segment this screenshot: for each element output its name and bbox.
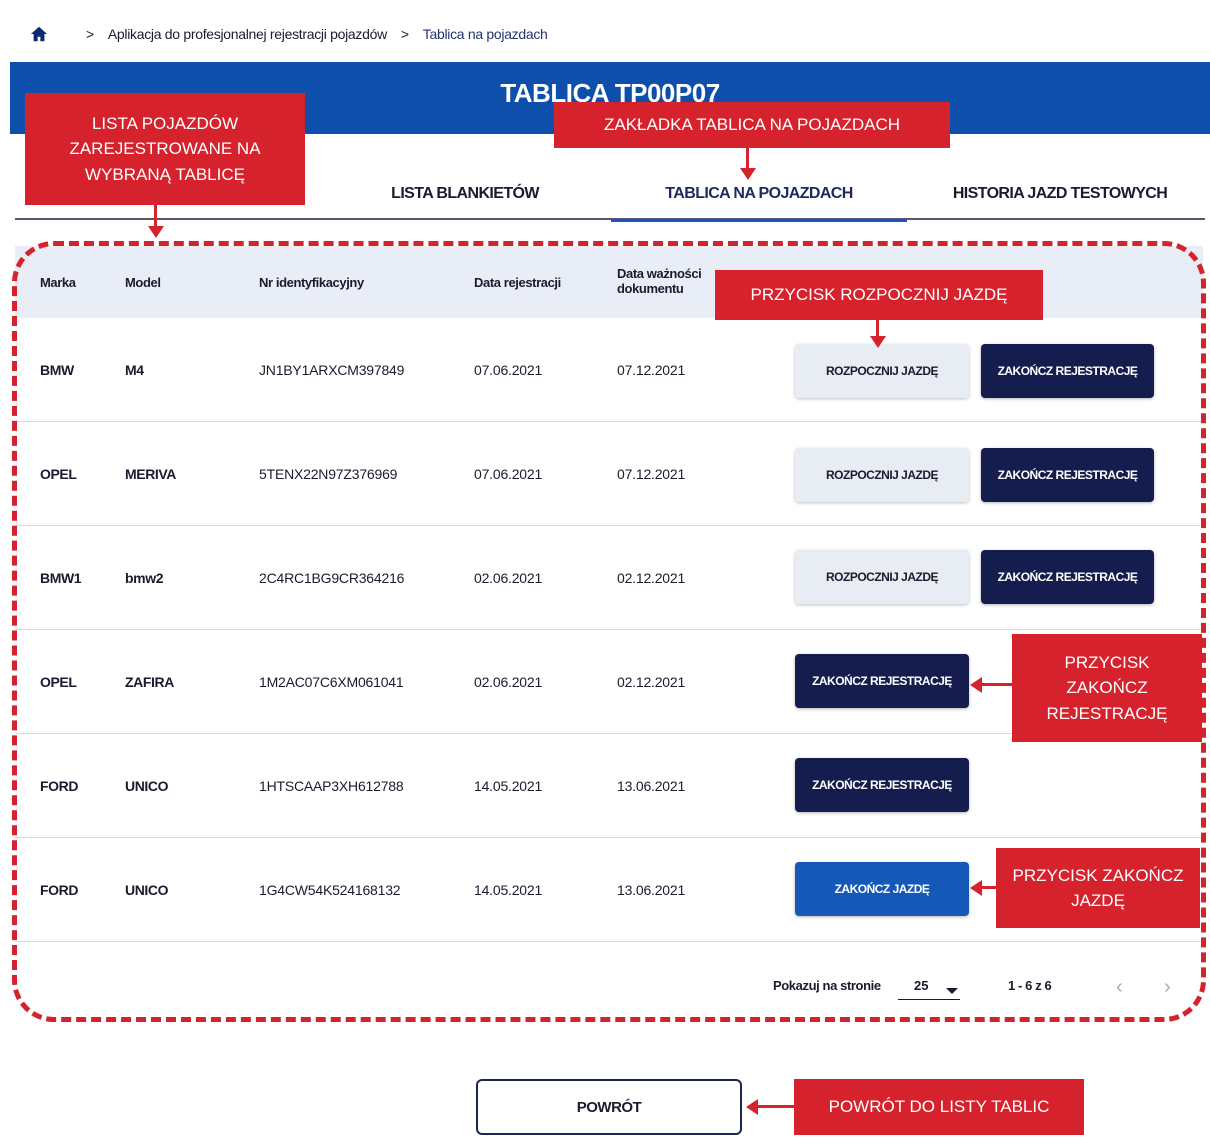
callout-end-ride: PRZYCISK ZAKOŃCZ JAZDĘ: [996, 848, 1200, 928]
per-page-value: 25: [914, 978, 929, 993]
cell-nr-identyfikacyjny: JN1BY1ARXCM397849: [259, 361, 405, 378]
column-header-marka: Marka: [40, 275, 76, 290]
cell-model: MERIVA: [125, 465, 177, 482]
arrow-line: [876, 320, 879, 336]
cell-model: ZAFIRA: [125, 673, 174, 690]
arrow-line: [982, 886, 996, 889]
cell-marka: BMW1: [40, 569, 82, 586]
arrow-head-icon: [746, 1099, 758, 1115]
cell-nr-identyfikacyjny: 1HTSCAAP3XH612788: [259, 777, 404, 794]
cell-nr-identyfikacyjny: 1M2AC07C6XM061041: [259, 673, 404, 690]
chevron-left-icon[interactable]: ‹: [1116, 976, 1123, 999]
callout-tab: ZAKŁADKA TABLICA NA POJAZDACH: [554, 102, 950, 148]
cell-model: UNICO: [125, 777, 169, 794]
cell-model: UNICO: [125, 881, 169, 898]
callout-vehicle-list: LISTA POJAZDÓW ZAREJESTROWANE NA WYBRANĄ…: [25, 93, 305, 205]
cell-data-waznosci: 02.12.2021: [617, 673, 686, 690]
end-registration-button[interactable]: ZAKOŃCZ REJESTRACJĘ: [981, 448, 1154, 502]
per-page-label: Pokazuj na stronie: [773, 978, 881, 993]
arrow-head-icon: [740, 168, 756, 180]
table-row: FORD UNICO 1HTSCAAP3XH612788 14.05.2021 …: [15, 734, 1203, 838]
pagination-range: 1 - 6 z 6: [1008, 978, 1052, 993]
arrow-line: [154, 205, 157, 227]
cell-model: M4: [125, 361, 144, 378]
end-ride-button[interactable]: ZAKOŃCZ JAZDĘ: [795, 862, 969, 916]
chevron-right-icon[interactable]: ›: [1164, 976, 1171, 999]
callout-start-ride: PRZYCISK ROZPOCZNIJ JAZDĘ: [715, 270, 1043, 320]
arrow-head-icon: [870, 336, 886, 348]
breadcrumb-item-app[interactable]: Aplikacja do profesjonalnej rejestracji …: [108, 26, 387, 42]
cell-data-waznosci: 07.12.2021: [617, 361, 686, 378]
arrow-head-icon: [148, 226, 164, 238]
cell-data-waznosci: 13.06.2021: [617, 881, 686, 898]
cell-model: bmw2: [125, 569, 164, 586]
start-ride-button[interactable]: ROZPOCZNIJ JAZDĘ: [795, 448, 969, 502]
home-icon[interactable]: [30, 25, 48, 43]
cell-marka: OPEL: [40, 465, 77, 482]
start-ride-button[interactable]: ROZPOCZNIJ JAZDĘ: [795, 344, 969, 398]
cell-data-rejestracji: 07.06.2021: [474, 465, 543, 482]
caret-down-icon: [946, 988, 958, 994]
cell-marka: FORD: [40, 881, 79, 898]
cell-data-rejestracji: 14.05.2021: [474, 777, 543, 794]
callout-end-registration: PRZYCISK ZAKOŃCZ REJESTRACJĘ: [1012, 634, 1202, 742]
arrow-head-icon: [970, 880, 982, 896]
tab-historia-jazd-testowych[interactable]: HISTORIA JAZD TESTOWYCH: [920, 168, 1200, 220]
start-ride-button[interactable]: ROZPOCZNIJ JAZDĘ: [795, 550, 969, 604]
breadcrumb-item-current: Tablica na pojazdach: [422, 26, 548, 42]
column-header-data-rejestracji: Data rejestracji: [474, 275, 561, 290]
end-registration-button[interactable]: ZAKOŃCZ REJESTRACJĘ: [795, 654, 969, 708]
back-button[interactable]: POWRÓT: [476, 1079, 742, 1135]
tab-lista-blankietow[interactable]: LISTA BLANKIETÓW: [345, 168, 585, 220]
table-row: BMW1 bmw2 2C4RC1BG9CR364216 02.06.2021 0…: [15, 526, 1203, 630]
cell-data-rejestracji: 07.06.2021: [474, 361, 543, 378]
cell-nr-identyfikacyjny: 1G4CW54K524168132: [259, 881, 401, 898]
cell-marka: BMW: [40, 361, 74, 378]
end-registration-button[interactable]: ZAKOŃCZ REJESTRACJĘ: [981, 344, 1154, 398]
cell-data-rejestracji: 02.06.2021: [474, 569, 543, 586]
breadcrumb-separator-icon: >: [86, 26, 94, 42]
per-page-select[interactable]: 25: [898, 968, 960, 1000]
cell-nr-identyfikacyjny: 5TENX22N97Z376969: [259, 465, 398, 482]
arrow-line: [746, 148, 749, 168]
table-row: OPEL MERIVA 5TENX22N97Z376969 07.06.2021…: [15, 422, 1203, 526]
tab-tablica-na-pojazdach[interactable]: TABLICA NA POJAZDACH: [611, 168, 907, 222]
column-header-data-waznosci: Data ważności dokumentu: [617, 266, 702, 296]
column-header-model: Model: [125, 275, 161, 290]
table-row: BMW M4 JN1BY1ARXCM397849 07.06.2021 07.1…: [15, 318, 1203, 422]
cell-data-rejestracji: 14.05.2021: [474, 881, 543, 898]
cell-marka: FORD: [40, 777, 79, 794]
cell-data-rejestracji: 02.06.2021: [474, 673, 543, 690]
cell-marka: OPEL: [40, 673, 77, 690]
cell-nr-identyfikacyjny: 2C4RC1BG9CR364216: [259, 569, 405, 586]
column-header-nr-identyfikacyjny: Nr identyfikacyjny: [259, 275, 364, 290]
arrow-head-icon: [970, 677, 982, 693]
callout-back: POWRÓT DO LISTY TABLIC: [794, 1079, 1084, 1135]
breadcrumb: > Aplikacja do profesjonalnej rejestracj…: [30, 22, 548, 46]
cell-data-waznosci: 07.12.2021: [617, 465, 686, 482]
cell-data-waznosci: 02.12.2021: [617, 569, 686, 586]
end-registration-button[interactable]: ZAKOŃCZ REJESTRACJĘ: [795, 758, 969, 812]
cell-data-waznosci: 13.06.2021: [617, 777, 686, 794]
breadcrumb-separator-icon: >: [400, 26, 409, 42]
arrow-line: [982, 683, 1012, 686]
end-registration-button[interactable]: ZAKOŃCZ REJESTRACJĘ: [981, 550, 1154, 604]
arrow-line: [758, 1105, 794, 1108]
